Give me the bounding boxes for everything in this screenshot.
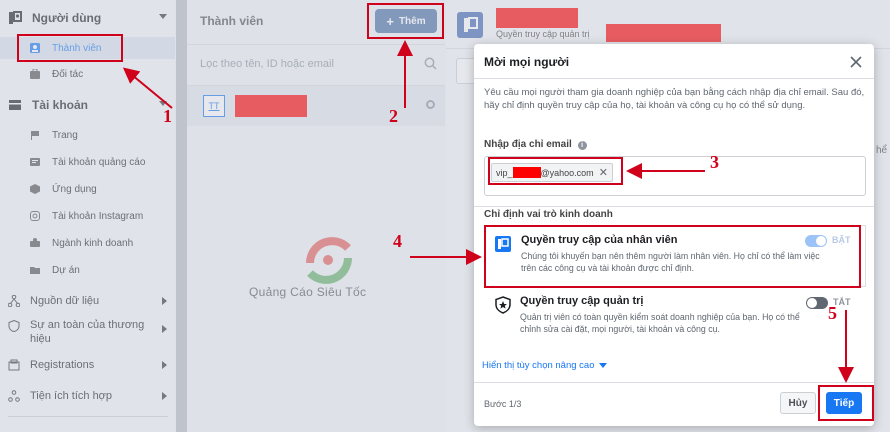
advanced-options-link[interactable]: Hiển thị tùy chọn nâng cao xyxy=(482,360,608,371)
highlight-add-button xyxy=(367,3,444,39)
highlight-next xyxy=(818,385,874,421)
role-label: Chỉ định vai trò kinh doanh xyxy=(484,209,613,220)
dialog-title: Mời mọi người xyxy=(484,55,570,69)
role-option-admin[interactable]: Quyền truy cập quản trị Quản trị viên có… xyxy=(484,290,866,348)
annotation-number-2: 2 xyxy=(389,106,398,126)
close-icon[interactable] xyxy=(850,56,862,68)
annotation-number-3: 3 xyxy=(710,152,719,172)
dialog-header-divider xyxy=(474,78,874,79)
admin-title: Quyền truy cập quản trị xyxy=(520,295,644,307)
dialog-footer-divider xyxy=(474,382,874,383)
dialog-intro: Yêu cầu mọi người tham gia doanh nghiệp … xyxy=(484,87,865,111)
email-label-text: Nhập địa chỉ email xyxy=(484,139,572,150)
email-label: Nhập địa chỉ email i xyxy=(484,139,587,150)
cancel-button[interactable]: Hủy xyxy=(780,392,816,414)
step-indicator: Bước 1/3 xyxy=(484,399,522,409)
dialog-divider xyxy=(474,206,874,207)
highlight-email xyxy=(488,157,623,185)
annotation-number-4: 4 xyxy=(393,231,402,251)
highlight-employee xyxy=(484,225,861,288)
admin-toggle[interactable] xyxy=(806,297,828,309)
highlight-members xyxy=(17,34,123,62)
shield-star-icon xyxy=(495,296,511,314)
admin-desc: Quản trị viên có toàn quyền kiểm soát do… xyxy=(520,312,800,334)
info-icon[interactable]: i xyxy=(577,141,587,150)
chevron-down-icon xyxy=(599,363,608,368)
annotation-number-5: 5 xyxy=(828,303,837,323)
cancel-label: Hủy xyxy=(788,397,808,409)
annotation-number-1: 1 xyxy=(163,106,172,126)
advanced-options-label: Hiển thị tùy chọn nâng cao xyxy=(482,360,595,371)
